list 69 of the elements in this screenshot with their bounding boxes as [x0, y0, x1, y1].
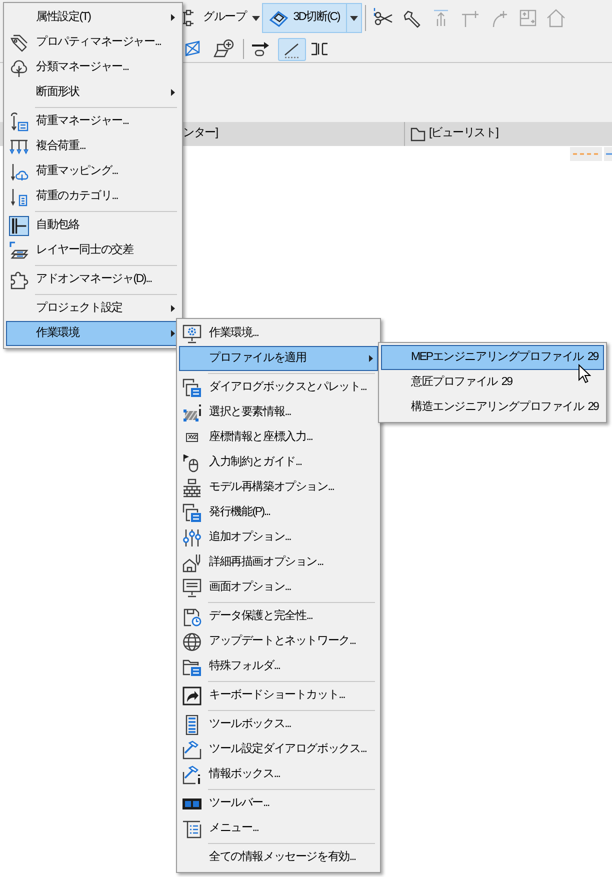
- menu-item[interactable]: 分類マネージャー...: [6, 55, 180, 80]
- submenu-arrow-icon: [369, 355, 373, 362]
- globe-icon: [182, 632, 202, 652]
- diamond-frame-icon: [269, 8, 290, 28]
- hammer-window-icon: [182, 740, 202, 760]
- menu-item[interactable]: 自動包絡: [6, 213, 180, 238]
- menu-item[interactable]: 意匠プロファイル 29: [381, 370, 604, 395]
- menu-item[interactable]: アドオンマネージャ(D)...: [6, 267, 180, 292]
- menu-item[interactable]: 詳細再描画オプション...: [179, 550, 378, 575]
- folder-icon: [410, 126, 426, 142]
- menu-item[interactable]: 選択と要素情報...: [179, 400, 378, 425]
- group-icon: [183, 8, 194, 28]
- tab[interactable]: [ビューリスト]: [405, 122, 504, 146]
- selection-info-icon: [182, 402, 202, 422]
- line-tool-button[interactable]: [278, 38, 306, 60]
- menu-item[interactable]: 荷重マネージャー...: [6, 109, 180, 134]
- windows-list-icon: [182, 378, 202, 398]
- box-cross-icon[interactable]: [185, 39, 201, 59]
- menu-item[interactable]: 複合荷重...: [6, 134, 180, 159]
- bricks-icon: [182, 478, 202, 498]
- submenu-arrow-icon: [171, 330, 175, 337]
- plane-zoom-icon[interactable]: [213, 39, 235, 59]
- menu-item[interactable]: プロファイルを適用: [179, 346, 378, 371]
- wrench-icon[interactable]: [402, 8, 422, 28]
- hammer-info-icon: [182, 764, 202, 784]
- arrow-line-icon[interactable]: [251, 39, 271, 59]
- group-dropdown[interactable]: グループ: [182, 3, 262, 33]
- menu-item[interactable]: ダイアログボックスとパレット...: [179, 375, 378, 400]
- submenu-arrow-icon: [171, 89, 175, 96]
- menu-item[interactable]: 荷重のカテゴリ...: [6, 184, 180, 209]
- menu-item[interactable]: 入力制約とガイド...: [179, 450, 378, 475]
- menu-item[interactable]: メニュー...: [179, 816, 378, 841]
- caret-icon: [252, 16, 260, 20]
- menu-item[interactable]: 全ての情報メッセージを有効...: [179, 845, 378, 870]
- menu-list-icon: [182, 818, 202, 838]
- menu-item[interactable]: 属性設定(T): [6, 5, 180, 30]
- monitor-gear-icon: [182, 324, 202, 344]
- house-pen-icon: [182, 552, 202, 572]
- menu-item[interactable]: プロパティマネージャー...: [6, 30, 180, 55]
- menu-item[interactable]: キーボードショートカット...: [179, 683, 378, 708]
- menu-item[interactable]: 断面形状: [6, 80, 180, 105]
- scissors-icon[interactable]: [373, 8, 394, 28]
- menu-item[interactable]: データ保護と完全性...: [179, 604, 378, 629]
- menu-item[interactable]: 構造エンジニアリングプロファイル 29: [381, 395, 604, 420]
- menu-item[interactable]: モデル再構築オプション...: [179, 475, 378, 500]
- menu-item[interactable]: 情報ボックス...: [179, 762, 378, 787]
- menu-item[interactable]: プロジェクト設定: [6, 296, 180, 321]
- cursor-icon: [578, 364, 591, 384]
- windows-list-icon: [182, 502, 202, 522]
- sliders-icon: [182, 528, 202, 548]
- submenu-arrow-icon: [171, 305, 175, 312]
- cut-3d-button[interactable]: 3D切断(C): [262, 3, 348, 33]
- menu-item[interactable]: ツール設定ダイアログボックス...: [179, 737, 378, 762]
- menu-item[interactable]: 作業環境...: [179, 321, 378, 346]
- menu-item[interactable]: ツールバー...: [179, 791, 378, 816]
- menu-item[interactable]: アップデートとネットワーク...: [179, 629, 378, 654]
- menu-item[interactable]: レイヤー同士の交差: [6, 238, 180, 263]
- menu-item[interactable]: 特殊フォルダ...: [179, 654, 378, 679]
- menu-item[interactable]: ツールボックス...: [179, 712, 378, 737]
- menu-item[interactable]: MEPエンジニアリングプロファイル 29: [381, 345, 604, 370]
- monitor-icon: [182, 578, 202, 598]
- caret-icon: [350, 16, 358, 20]
- dropdown-button[interactable]: [347, 3, 362, 33]
- submenu-arrow-icon: [171, 14, 175, 21]
- menu-item[interactable]: 画面オプション...: [179, 575, 378, 600]
- floppy-clock-icon: [182, 606, 202, 626]
- menu-item[interactable]: 追加オプション...: [179, 525, 378, 550]
- menu-item[interactable]: 荷重マッピング...: [6, 159, 180, 184]
- menu-item[interactable]: 発行機能(P)...: [179, 500, 378, 525]
